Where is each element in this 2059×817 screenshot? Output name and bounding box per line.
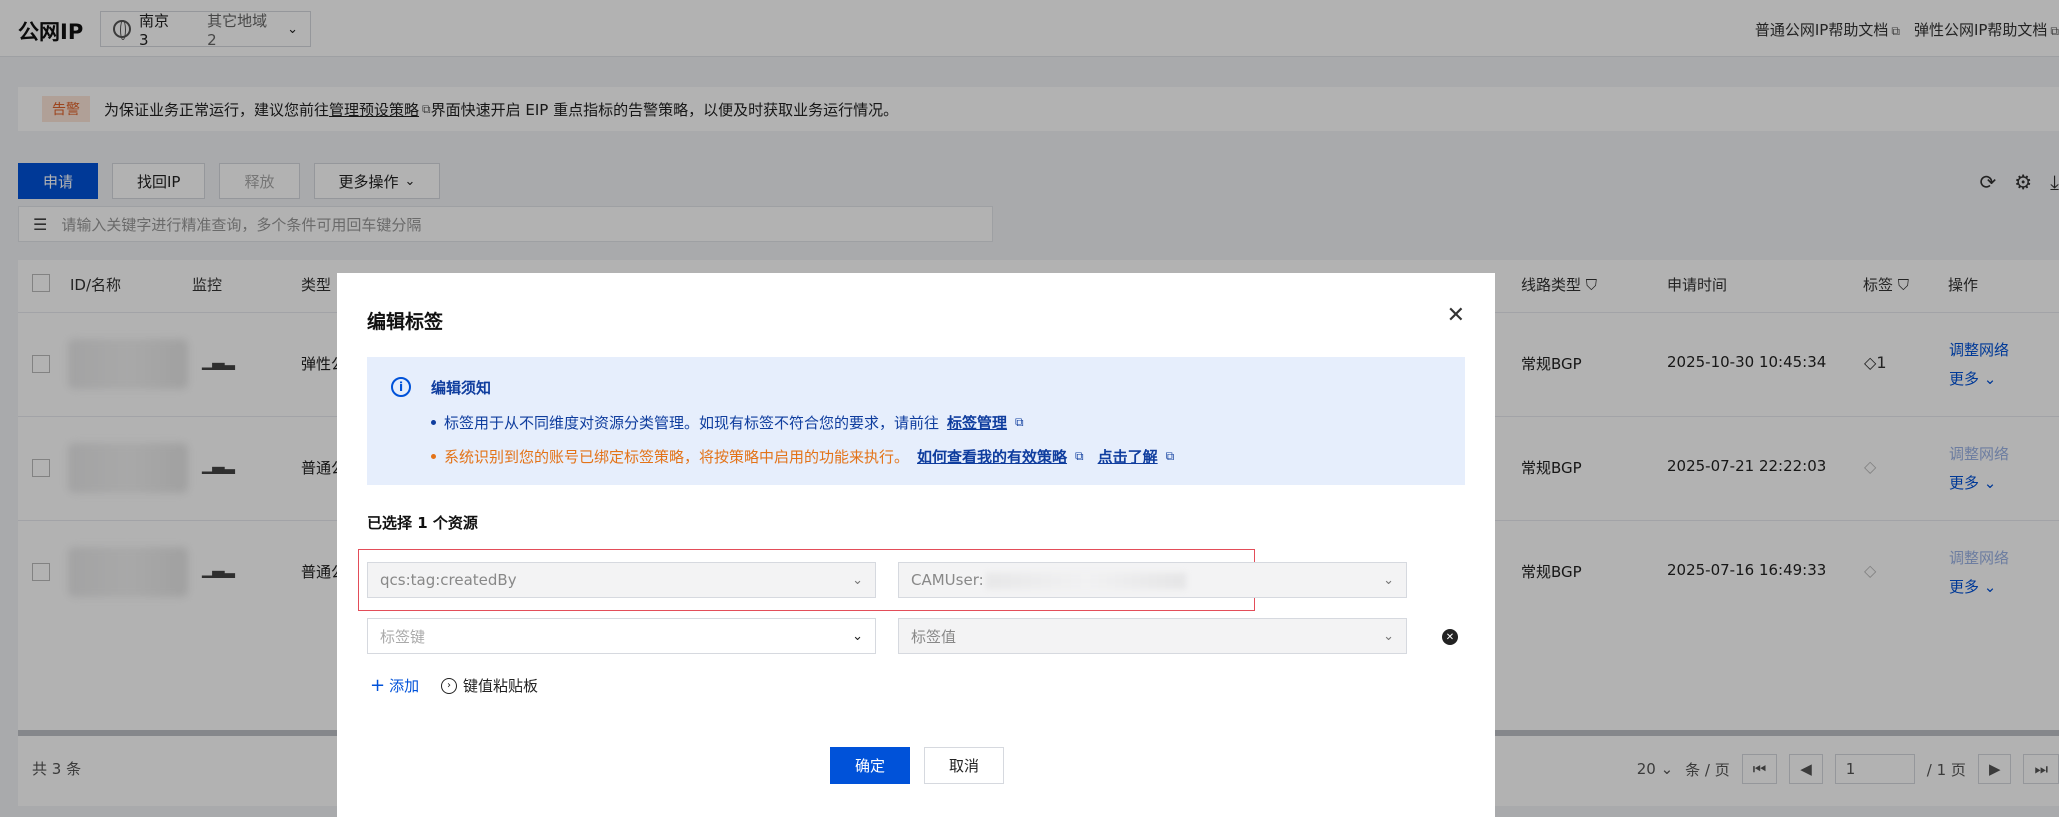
dialog-title: 编辑标签	[367, 311, 444, 333]
info-icon: i	[391, 377, 411, 397]
paste-board-button[interactable]: › 键值粘贴板	[441, 675, 538, 696]
tag-value-select-1[interactable]: CAMUser: ⌄	[898, 562, 1407, 598]
tag-management-link[interactable]: 标签管理	[947, 412, 1007, 433]
tag-value-select-2[interactable]: 标签值 ⌄	[898, 618, 1407, 654]
learn-more-link[interactable]: 点击了解	[1098, 446, 1158, 467]
chevron-down-icon: ⌄	[1383, 572, 1394, 588]
blurred-value	[985, 572, 1186, 589]
plus-icon: +	[370, 675, 386, 696]
notice-line-2: 系统识别到您的账号已绑定标签策略，将按策略中启用的功能来执行。 如何查看我的有效…	[431, 446, 1180, 467]
notice-box: i 编辑须知 标签用于从不同维度对资源分类管理。如现有标签不符合您的要求，请前往…	[367, 357, 1465, 485]
chevron-down-icon: ⌄	[1383, 628, 1394, 644]
remove-row-icon[interactable]: ✕	[1442, 629, 1458, 645]
add-tag-button[interactable]: + 添加	[370, 675, 419, 696]
bullet-dot	[431, 454, 436, 459]
edit-tags-dialog: 编辑标签 ✕ i 编辑须知 标签用于从不同维度对资源分类管理。如现有标签不符合您…	[337, 273, 1495, 817]
tag-key-select-2[interactable]: 标签键 ⌄	[367, 618, 876, 654]
bullet-dot	[431, 420, 436, 425]
notice-title: 编辑须知	[431, 379, 492, 397]
effective-policy-link[interactable]: 如何查看我的有效策略	[917, 446, 1067, 467]
selected-resources-count: 已选择 1 个资源	[367, 514, 478, 532]
external-link-icon: ⧉	[1015, 415, 1024, 429]
chevron-right-circle-icon: ›	[441, 677, 457, 694]
external-link-icon: ⧉	[1075, 449, 1084, 463]
chevron-down-icon: ⌄	[852, 572, 863, 588]
external-link-icon: ⧉	[1165, 449, 1175, 463]
chevron-down-icon: ⌄	[852, 628, 863, 644]
tag-key-select-1[interactable]: qcs:tag:createdBy ⌄	[367, 562, 876, 598]
close-icon[interactable]: ✕	[1447, 305, 1465, 327]
confirm-button[interactable]: 确定	[830, 747, 910, 784]
notice-line-1: 标签用于从不同维度对资源分类管理。如现有标签不符合您的要求，请前往 标签管理 ⧉	[431, 412, 1030, 433]
cancel-button[interactable]: 取消	[924, 747, 1004, 784]
